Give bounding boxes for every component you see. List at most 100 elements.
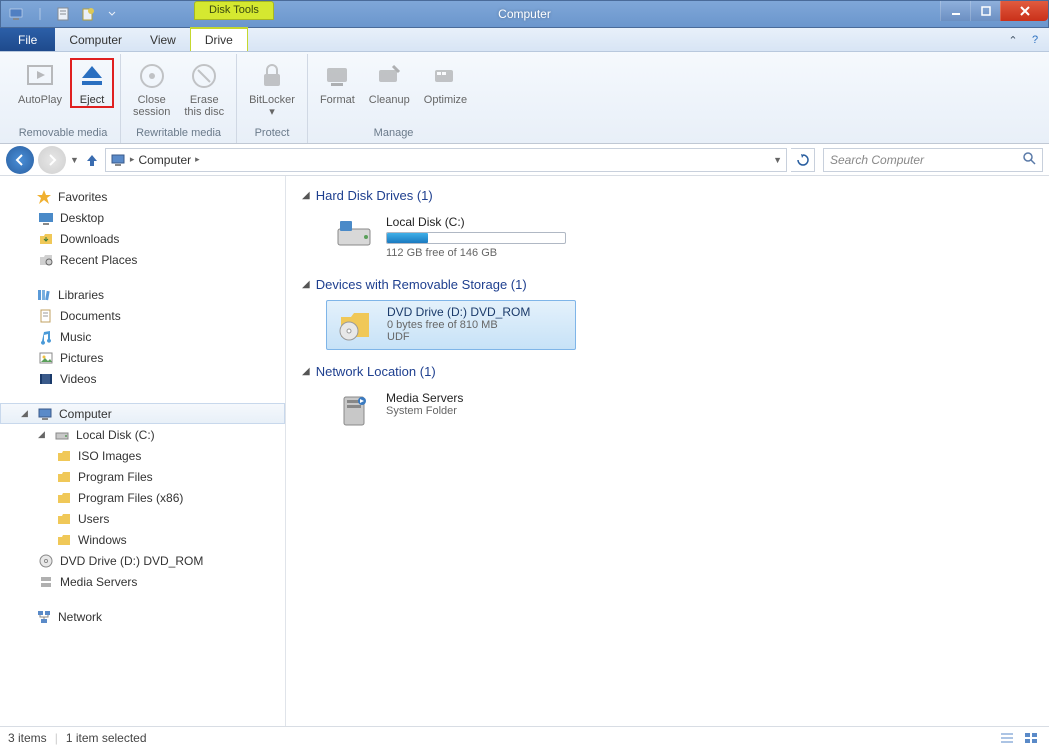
sidebar: Favorites Desktop Downloads Recent Place… [0,176,286,726]
format-button[interactable]: Format [314,58,361,108]
refresh-button[interactable] [791,148,815,172]
ribbon-minimize-icon[interactable]: ⌃ [1005,32,1021,48]
qat-properties-icon[interactable] [53,4,75,24]
sidebar-progfiles[interactable]: Program Files [0,466,285,487]
help-icon[interactable]: ? [1027,32,1043,48]
sidebar-windows[interactable]: Windows [0,529,285,550]
dvd-icon [38,553,54,569]
sidebar-downloads[interactable]: Downloads [0,228,285,249]
sidebar-desktop[interactable]: Desktop [0,207,285,228]
sidebar-label: Downloads [60,232,119,246]
server-icon [38,574,54,590]
drive-free: 112 GB free of 146 GB [386,247,568,259]
cleanup-label: Cleanup [369,94,410,106]
chevron-down-icon[interactable]: ◢ [302,190,310,201]
section-title: Devices with Removable Storage (1) [316,277,527,292]
libraries-icon [36,287,52,303]
tab-drive[interactable]: Drive [190,27,248,51]
drive-name: DVD Drive (D:) DVD_ROM [387,305,567,319]
autoplay-button[interactable]: AutoPlay [12,58,68,108]
minimize-button[interactable] [940,1,970,21]
item-name: Media Servers [386,391,568,405]
optimize-label: Optimize [424,94,467,106]
dvd-drive-icon [335,305,375,345]
sidebar-music[interactable]: Music [0,326,285,347]
optimize-icon [429,60,461,92]
sidebar-dvd[interactable]: DVD Drive (D:) DVD_ROM [0,550,285,571]
sidebar-pictures[interactable]: Pictures [0,347,285,368]
up-button[interactable] [83,151,101,169]
statusbar: 3 items | 1 item selected [0,726,1049,749]
status-selected: 1 item selected [66,731,147,745]
media-servers-item[interactable]: Media Servers System Folder [326,387,576,435]
chevron-down-icon[interactable]: ◢ [21,408,31,419]
sidebar-local-disk[interactable]: ◢ Local Disk (C:) [0,424,285,445]
qat-new-icon[interactable] [77,4,99,24]
sidebar-libraries[interactable]: Libraries [0,284,285,305]
sidebar-label: Computer [59,407,112,421]
drive-dvd[interactable]: DVD Drive (D:) DVD_ROM 0 bytes free of 8… [326,300,576,350]
sidebar-favorites[interactable]: Favorites [0,186,285,207]
bitlocker-label: BitLocker▾ [249,94,295,118]
status-items: 3 items [8,731,47,745]
back-button[interactable] [6,146,34,174]
section-hdd[interactable]: ◢Hard Disk Drives (1) [302,188,1033,203]
tiles-view-button[interactable] [1021,730,1041,746]
section-removable[interactable]: ◢ Devices with Removable Storage (1) [302,277,1033,292]
bitlocker-button[interactable]: BitLocker▾ [243,58,301,120]
eject-button[interactable]: Eject [70,58,114,108]
close-session-button[interactable]: Close session [127,58,176,120]
sidebar-computer[interactable]: ◢ Computer [0,403,285,424]
ribbon-help: ⌃ ? [1005,32,1043,48]
music-icon [38,329,54,345]
sidebar-recent[interactable]: Recent Places [0,249,285,270]
tab-computer[interactable]: Computer [55,28,136,51]
contextual-tab-disktools: Disk Tools [194,1,274,20]
sidebar-label: Program Files [78,470,153,484]
details-view-button[interactable] [997,730,1017,746]
breadcrumb[interactable]: ▸ Computer ▸ ▼ [105,148,787,172]
chevron-down-icon[interactable]: ◢ [38,429,48,440]
close-button[interactable] [1000,1,1048,21]
folder-icon [56,511,72,527]
sidebar-users[interactable]: Users [0,508,285,529]
forward-button[interactable] [38,146,66,174]
drive-icon [54,427,70,443]
section-network[interactable]: ◢Network Location (1) [302,364,1033,379]
sidebar-progfiles86[interactable]: Program Files (x86) [0,487,285,508]
breadcrumb-dropdown-icon[interactable]: ▼ [773,155,782,165]
maximize-button[interactable] [970,1,1000,21]
folder-icon [56,532,72,548]
chevron-down-icon[interactable]: ◢ [302,366,310,377]
pictures-icon [38,350,54,366]
optimize-button[interactable]: Optimize [418,58,473,108]
qat-computer-icon[interactable] [5,4,27,24]
sidebar-media-servers[interactable]: Media Servers [0,571,285,592]
chevron-icon[interactable]: ▸ [130,154,135,165]
erase-disc-icon [188,60,220,92]
content-pane: ◢Hard Disk Drives (1) Local Disk (C:) 11… [286,176,1049,726]
sidebar-documents[interactable]: Documents [0,305,285,326]
navbar: ▼ ▸ Computer ▸ ▼ Search Computer [0,144,1049,176]
chevron-icon[interactable]: ▸ [195,154,200,165]
drive-local-disk[interactable]: Local Disk (C:) 112 GB free of 146 GB [326,211,576,263]
group-label-manage: Manage [374,125,414,143]
qat-dropdown-icon[interactable] [101,4,123,24]
format-icon [321,60,353,92]
search-input[interactable]: Search Computer [823,148,1043,172]
sidebar-videos[interactable]: Videos [0,368,285,389]
sidebar-label: Local Disk (C:) [76,428,155,442]
sidebar-label: Documents [60,309,121,323]
chevron-down-icon[interactable]: ◢ [302,279,310,290]
cleanup-button[interactable]: Cleanup [363,58,416,108]
sidebar-label: ISO Images [78,449,141,463]
history-dropdown-icon[interactable]: ▼ [70,155,79,165]
sidebar-iso[interactable]: ISO Images [0,445,285,466]
sidebar-label: Desktop [60,211,104,225]
window-controls [940,1,1048,21]
erase-disc-button[interactable]: Erase this disc [178,58,230,120]
tab-view[interactable]: View [136,28,190,51]
sidebar-network[interactable]: Network [0,606,285,627]
tab-file[interactable]: File [0,28,55,51]
breadcrumb-segment[interactable]: Computer [138,153,191,167]
